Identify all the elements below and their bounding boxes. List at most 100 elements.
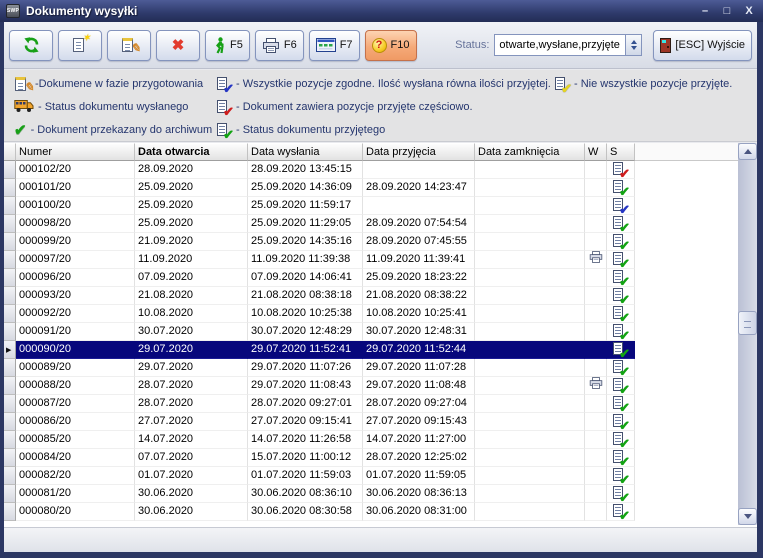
scroll-down-button[interactable] — [738, 508, 757, 525]
table-row[interactable]: 000085/2014.07.202014.07.2020 11:26:5814… — [4, 431, 635, 449]
print-button[interactable]: F6 — [255, 30, 304, 61]
cell-w — [585, 269, 607, 287]
column-header-data-przyjecia[interactable]: Data przyjęcia — [363, 143, 475, 161]
table-row[interactable]: 000081/2030.06.202030.06.2020 08:36:1030… — [4, 485, 635, 503]
new-document-button[interactable]: ✶ — [58, 30, 102, 61]
cell-data-wyslania: 11.09.2020 11:39:38 — [248, 251, 363, 269]
cell-data-zamkniecia — [475, 359, 585, 377]
new-document-icon: ✶ — [72, 37, 89, 53]
row-selector-cell[interactable] — [4, 341, 16, 359]
maximize-button[interactable]: □ — [719, 5, 735, 17]
content: ✶ ✎ F5 — [4, 22, 757, 552]
row-selector-cell[interactable] — [4, 377, 16, 395]
row-selector-cell[interactable] — [4, 251, 16, 269]
cell-data-otwarcia: 07.09.2020 — [135, 269, 248, 287]
row-selector-cell[interactable] — [4, 323, 16, 341]
cell-data-przyjecia: 25.09.2020 18:23:22 — [363, 269, 475, 287]
row-selector-cell[interactable] — [4, 269, 16, 287]
row-selector-cell[interactable] — [4, 287, 16, 305]
table-row[interactable]: 000101/2025.09.202025.09.2020 14:36:0928… — [4, 179, 635, 197]
table-row[interactable]: 000099/2021.09.202025.09.2020 14:35:1628… — [4, 233, 635, 251]
table-row[interactable]: 000096/2007.09.202007.09.2020 14:06:4125… — [4, 269, 635, 287]
cell-s — [607, 287, 635, 305]
row-selector-cell[interactable] — [4, 431, 16, 449]
exit-button[interactable]: [ESC] Wyjście — [653, 30, 752, 61]
table-row[interactable]: 000100/2025.09.202025.09.2020 11:59:17 — [4, 197, 635, 215]
row-selector-cell[interactable] — [4, 233, 16, 251]
cell-data-przyjecia: 28.09.2020 14:23:47 — [363, 179, 475, 197]
table-row[interactable]: 000090/2029.07.202029.07.2020 11:52:4129… — [4, 341, 635, 359]
cell-numer: 000099/20 — [16, 233, 135, 251]
column-header-w[interactable]: W — [585, 143, 607, 161]
row-selector-cell[interactable] — [4, 395, 16, 413]
table-row[interactable]: 000082/2001.07.202001.07.2020 11:59:0301… — [4, 467, 635, 485]
cell-s — [607, 341, 635, 359]
document-status-green-icon — [613, 288, 628, 303]
row-selector-cell[interactable] — [4, 467, 16, 485]
column-header-data-otwarcia[interactable]: Data otwarcia — [135, 143, 248, 161]
row-selector-cell[interactable] — [4, 449, 16, 467]
row-selector-cell[interactable] — [4, 413, 16, 431]
column-header-s[interactable]: S — [607, 143, 635, 161]
cell-data-wyslania: 30.07.2020 12:48:29 — [248, 323, 363, 341]
vertical-scrollbar[interactable] — [738, 143, 757, 525]
legend-item: - Wszystkie pozycje zgodne. Ilość wysłan… — [217, 75, 551, 93]
document-status-green-icon — [613, 468, 628, 483]
row-selector-header — [4, 143, 16, 161]
row-selector-cell[interactable] — [4, 161, 16, 179]
cell-numer: 000088/20 — [16, 377, 135, 395]
table-row[interactable]: 000084/2007.07.202015.07.2020 11:00:1228… — [4, 449, 635, 467]
refresh-button[interactable] — [9, 30, 53, 61]
cell-data-zamkniecia — [475, 431, 585, 449]
column-header-numer[interactable]: Numer — [16, 143, 135, 161]
row-selector-cell[interactable] — [4, 305, 16, 323]
table-row[interactable]: 000087/2028.07.202028.07.2020 09:27:0128… — [4, 395, 635, 413]
table-row[interactable]: 000091/2030.07.202030.07.2020 12:48:2930… — [4, 323, 635, 341]
cell-data-wyslania: 14.07.2020 11:26:58 — [248, 431, 363, 449]
edit-document-button[interactable]: ✎ — [107, 30, 151, 61]
row-selector-cell[interactable] — [4, 179, 16, 197]
legend: ✎-Dokumene w fazie przygotowania- Wszyst… — [4, 70, 757, 142]
table-row[interactable]: 000093/2021.08.202021.08.2020 08:38:1821… — [4, 287, 635, 305]
row-selector-cell[interactable] — [4, 197, 16, 215]
cell-numer: 000093/20 — [16, 287, 135, 305]
table-row[interactable]: 000102/2028.09.202028.09.2020 13:45:15 — [4, 161, 635, 179]
status-combobox[interactable]: otwarte,wysłane,przyjęte — [494, 34, 642, 56]
table-row[interactable]: 000080/2030.06.202030.06.2020 08:30:5830… — [4, 503, 635, 521]
column-header-data-zamkniecia[interactable]: Data zamknięcia — [475, 143, 585, 161]
table-row[interactable]: 000097/2011.09.202011.09.2020 11:39:3811… — [4, 251, 635, 269]
table-row[interactable]: 000092/2010.08.202010.08.2020 10:25:3810… — [4, 305, 635, 323]
cell-data-zamkniecia — [475, 503, 585, 521]
row-selector-cell[interactable] — [4, 359, 16, 377]
help-button[interactable]: F10 — [365, 30, 417, 61]
row-selector-cell[interactable] — [4, 485, 16, 503]
cell-w — [585, 251, 607, 269]
cell-numer: 000080/20 — [16, 503, 135, 521]
document-status-green-icon — [613, 180, 628, 195]
cell-data-zamkniecia — [475, 485, 585, 503]
cell-data-zamkniecia — [475, 269, 585, 287]
legend-text: -Dokumene w fazie przygotowania — [35, 78, 203, 90]
cell-w — [585, 395, 607, 413]
column-header-data-wyslania[interactable]: Data wysłania — [248, 143, 363, 161]
table-row[interactable]: 000088/2028.07.202029.07.2020 11:08:4329… — [4, 377, 635, 395]
cell-data-otwarcia: 29.07.2020 — [135, 341, 248, 359]
row-selector-cell[interactable] — [4, 503, 16, 521]
edit-document-icon: ✎ — [121, 37, 138, 53]
row-selector-cell[interactable] — [4, 215, 16, 233]
titlebar: SWP Dokumenty wysyłki – □ X — [0, 0, 763, 22]
cell-data-zamkniecia — [475, 341, 585, 359]
close-button[interactable]: X — [741, 5, 757, 17]
minimize-button[interactable]: – — [697, 5, 713, 17]
legend-text: - Status dokumentu przyjętego — [236, 124, 385, 136]
table-row[interactable]: 000089/2029.07.202029.07.2020 11:07:2629… — [4, 359, 635, 377]
delete-button[interactable] — [156, 30, 200, 61]
scroll-up-button[interactable] — [738, 143, 757, 160]
positions-window-button[interactable]: F7 — [309, 30, 360, 61]
cell-data-wyslania: 10.08.2020 10:25:38 — [248, 305, 363, 323]
table-row[interactable]: 000086/2027.07.202027.07.2020 09:15:4127… — [4, 413, 635, 431]
status-spinner[interactable] — [625, 35, 641, 55]
scrollbar-thumb[interactable] — [738, 311, 757, 335]
run-button[interactable]: F5 — [205, 30, 250, 61]
table-row[interactable]: 000098/2025.09.202025.09.2020 11:29:0528… — [4, 215, 635, 233]
